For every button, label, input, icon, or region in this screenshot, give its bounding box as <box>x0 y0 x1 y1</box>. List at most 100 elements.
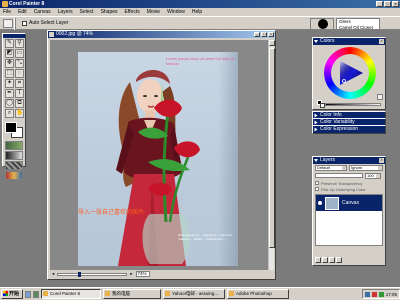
menu-effects[interactable]: Effects <box>124 9 141 15</box>
clone-color-icon[interactable] <box>377 94 383 100</box>
layers-panel-title[interactable]: Layers × <box>313 157 385 164</box>
shape-tool-icon[interactable]: ◯ <box>5 99 14 108</box>
expand-triangle-icon[interactable] <box>314 127 318 132</box>
menu-shapes[interactable]: Shapes <box>100 9 119 15</box>
brush-selector[interactable]: Oilers Camel Oil Cloner <box>336 18 380 30</box>
crop-tool-icon[interactable]: ⌗ <box>15 79 24 88</box>
panel-close-icon[interactable]: × <box>379 39 384 44</box>
vertical-scrollbar[interactable] <box>268 40 275 271</box>
magic-wand-icon[interactable]: ✦ <box>5 79 14 88</box>
quick-launch-desktop-icon[interactable] <box>33 290 39 298</box>
doc-maximize-button[interactable]: □ <box>261 31 267 37</box>
pattern-selector-icon[interactable] <box>5 161 23 170</box>
doc-minimize-button[interactable]: _ <box>254 31 260 37</box>
photo-headline: Lorem ipsum dolor sit amet the look of f… <box>166 56 234 66</box>
dynamic-plugins-icon[interactable] <box>322 257 328 263</box>
task-yahoo-mail[interactable]: Yahoo!电邮 - assuing... <box>163 289 225 299</box>
grabber-tool-icon[interactable]: ✋ <box>15 109 24 118</box>
menu-edit[interactable]: Edit <box>17 9 28 15</box>
brush-variant-label: Camel Oil Cloner <box>339 24 374 30</box>
value-slider[interactable] <box>325 103 381 106</box>
text-tool-icon[interactable]: T <box>15 89 24 98</box>
volume-icon[interactable] <box>378 291 384 297</box>
collapse-triangle-icon[interactable] <box>314 40 318 43</box>
magnifier-tool-icon[interactable]: ⌕ <box>5 109 14 118</box>
task-my-computer[interactable]: 我的电脑 <box>103 289 161 299</box>
document-icon <box>49 32 54 37</box>
eraser-tool-icon[interactable]: ▭ <box>15 49 24 58</box>
current-tool-icon[interactable] <box>3 19 13 28</box>
start-button[interactable]: 开始 <box>1 289 23 299</box>
brush-dab-icon <box>318 19 328 29</box>
layer-row-canvas[interactable]: Canvas <box>316 195 382 211</box>
doc-close-button[interactable]: × <box>268 31 274 37</box>
zoom-in-icon[interactable]: ▸ <box>130 271 132 277</box>
zoom-slider-knob[interactable] <box>78 271 82 277</box>
opacity-value[interactable]: 100 <box>365 173 381 179</box>
color-wheel[interactable] <box>313 45 387 101</box>
document-title: 0002.jpg @ 74% <box>56 31 94 37</box>
menu-bar: File Edit Canvas Layers Select Shapes Ef… <box>0 8 400 16</box>
paper-selector-icon[interactable] <box>5 141 23 150</box>
menu-file[interactable]: File <box>2 9 12 15</box>
colors-panel-label: Colors <box>320 38 335 44</box>
canvas-area[interactable]: Lorem ipsum dolor sit amet the look of f… <box>50 40 268 271</box>
weaving-selector-icon[interactable] <box>5 171 23 180</box>
document-title-bar[interactable]: 0002.jpg @ 74% _ □ × <box>48 31 275 38</box>
color-expression-title[interactable]: Color Expression <box>313 126 385 133</box>
opacity-slider[interactable] <box>315 173 363 178</box>
gradient-selector-icon[interactable] <box>5 151 23 160</box>
maximize-button[interactable]: □ <box>384 1 391 7</box>
auto-select-layer-label: Auto Select Layer <box>29 20 69 26</box>
auto-select-layer-checkbox[interactable] <box>22 21 27 26</box>
zoom-out-icon[interactable]: ◂ <box>52 271 54 277</box>
menu-select[interactable]: Select <box>79 9 95 15</box>
zoom-value[interactable]: 74% <box>135 271 150 277</box>
pick-up-color-option[interactable]: Pick Up Underlying Color <box>313 186 385 192</box>
pen-tool-icon[interactable]: ✒ <box>5 89 14 98</box>
main-color-swatch[interactable] <box>5 122 17 133</box>
paint-bucket-icon[interactable]: ◩ <box>5 49 14 58</box>
visibility-eye-icon[interactable] <box>318 201 322 205</box>
lasso-tool-icon[interactable]: ◌ <box>15 69 24 78</box>
new-layer-icon[interactable] <box>329 257 335 263</box>
minimize-button[interactable]: _ <box>376 1 383 7</box>
colors-panel-title[interactable]: Colors × <box>313 38 385 45</box>
delete-layer-icon[interactable] <box>336 257 342 263</box>
color-expression-panel[interactable]: Color Expression <box>312 125 386 134</box>
composite-method-select[interactable]: Default <box>315 165 347 171</box>
dropper-tool-icon[interactable]: ⚲ <box>15 39 24 48</box>
layer-adjuster-icon[interactable]: ✥ <box>5 59 14 68</box>
expand-triangle-icon[interactable] <box>314 120 318 125</box>
app-title-bar[interactable]: Corel Painter 8 _ □ × <box>0 0 400 8</box>
menu-help[interactable]: Help <box>191 9 203 15</box>
canvas-image[interactable]: Lorem ipsum dolor sit amet the look of f… <box>78 52 238 266</box>
task-painter[interactable]: Corel Painter 8 <box>41 289 101 299</box>
menu-canvas[interactable]: Canvas <box>33 9 52 15</box>
pick-up-color-checkbox[interactable] <box>315 187 319 191</box>
rectangle-select-icon[interactable]: ⬚ <box>5 69 14 78</box>
clock[interactable]: 17:05 <box>386 292 397 297</box>
collapse-triangle-icon[interactable] <box>314 159 318 162</box>
menu-layers[interactable]: Layers <box>57 9 74 15</box>
network-icon[interactable] <box>364 291 370 297</box>
toolbar-grip[interactable] <box>14 18 16 30</box>
expand-triangle-icon[interactable] <box>314 113 318 118</box>
layer-commands-icon[interactable] <box>315 257 321 263</box>
colors-panel: Colors × <box>312 37 386 110</box>
quick-launch-ie-icon[interactable] <box>25 290 31 298</box>
transform-tool-icon[interactable]: ⤡ <box>15 59 24 68</box>
cloner-tool-icon[interactable]: ⧉ <box>15 99 24 108</box>
panel-close-icon[interactable]: × <box>379 158 384 163</box>
preserve-mode-select[interactable]: Ignore <box>349 165 383 171</box>
close-button[interactable]: × <box>392 1 399 7</box>
scroll-thumb[interactable] <box>269 48 275 248</box>
menu-movie[interactable]: Movie <box>146 9 161 15</box>
scroll-up-arrow[interactable] <box>269 40 275 46</box>
preserve-transparency-checkbox[interactable] <box>315 181 319 185</box>
brush-tool-icon[interactable]: ✎ <box>5 39 14 48</box>
task-photoshop[interactable]: Adobe Photoshop <box>227 289 289 299</box>
zoom-slider[interactable] <box>57 271 128 277</box>
antivirus-icon[interactable] <box>371 291 377 297</box>
menu-window[interactable]: Window <box>166 9 186 15</box>
